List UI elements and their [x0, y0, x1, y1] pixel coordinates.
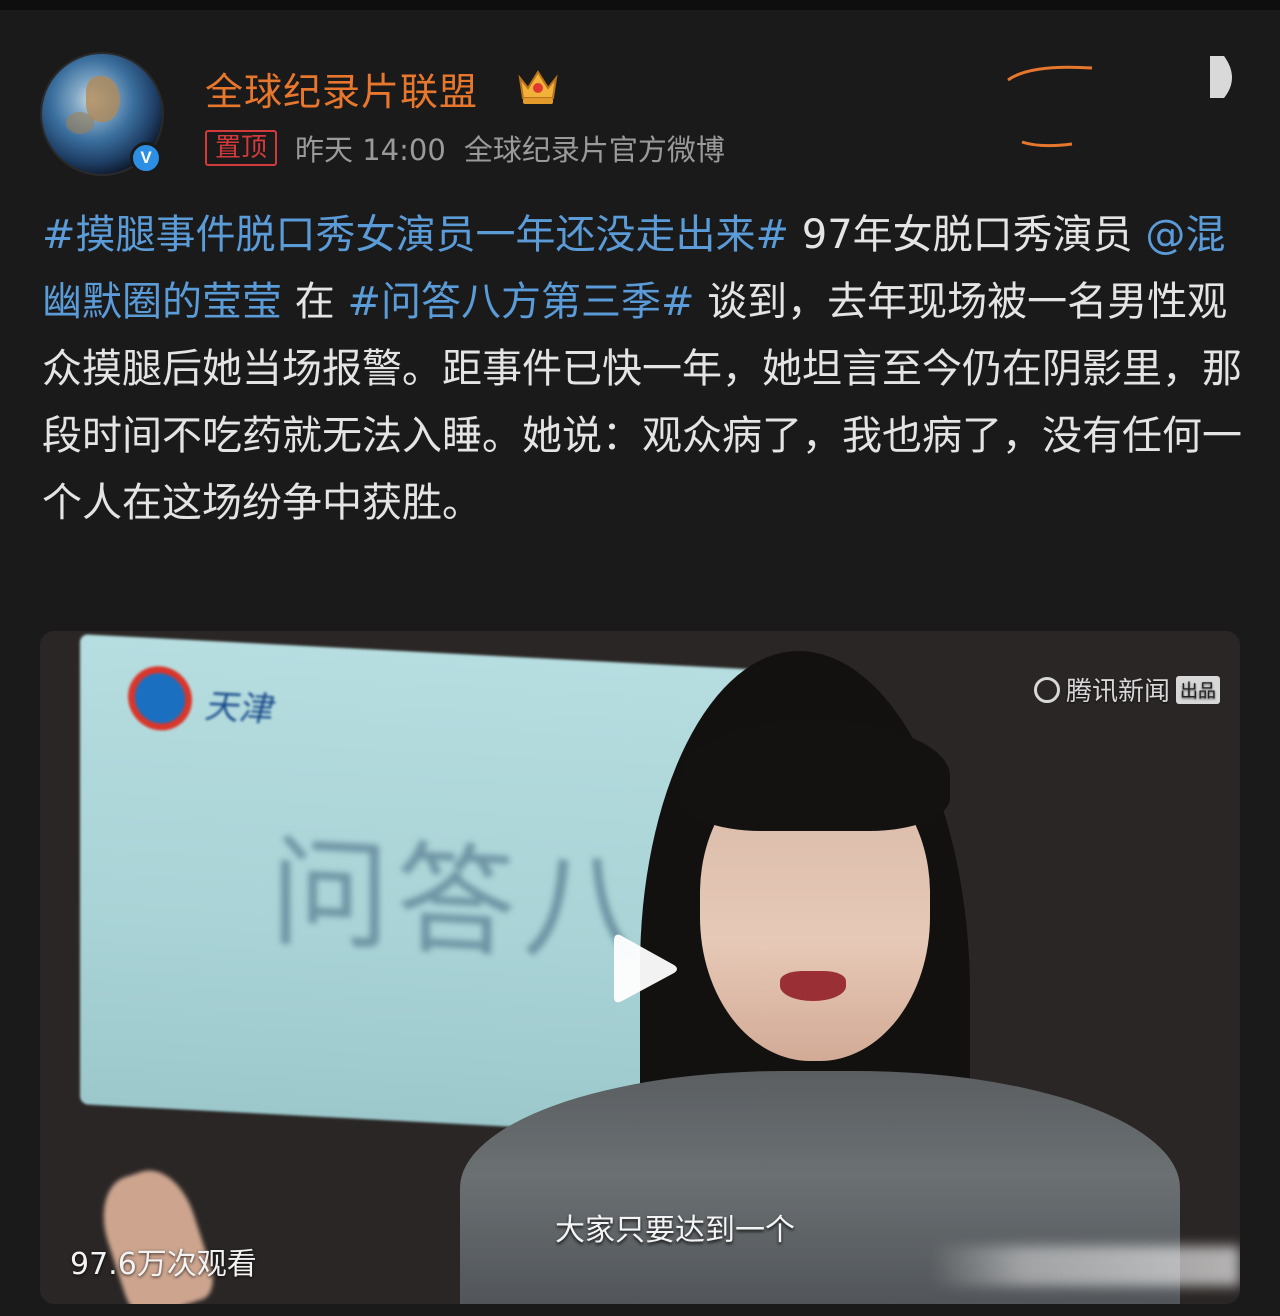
- tv-station-logo: [128, 664, 192, 733]
- hashtag-link[interactable]: #问答八方第三季#: [347, 279, 694, 325]
- post-meta: 置顶 昨天 14:00 全球纪录片官方微博: [205, 128, 725, 168]
- post-time: 昨天 14:00: [295, 133, 446, 167]
- watermark-tag: 出品: [1176, 675, 1220, 704]
- crown-icon: [518, 70, 558, 104]
- blurred-overlay: [930, 1246, 1240, 1286]
- hashtag-link[interactable]: #摸腿事件脱口秀女演员一年还没走出来#: [42, 212, 789, 258]
- post-source: 全球纪录片官方微博: [463, 133, 725, 167]
- avatar-land-shape: [86, 76, 120, 122]
- account-name[interactable]: 全球纪录片联盟: [205, 62, 478, 114]
- avatar-land-shape: [66, 112, 94, 134]
- tencent-news-icon: [1033, 676, 1060, 703]
- video-player[interactable]: 天津 问答八方 腾讯新闻 出品 大家只要达到一个 97.6万次观看: [40, 631, 1240, 1304]
- post-text: 97年女脱口秀演员: [789, 212, 1146, 258]
- view-count: 97.6万次观看: [70, 1247, 257, 1282]
- verified-icon: V: [130, 142, 162, 174]
- watermark-text: 腾讯新闻: [1065, 677, 1170, 707]
- post-body: #摸腿事件脱口秀女演员一年还没走出来# 97年女脱口秀演员 @混幽默圈的莹莹 在…: [42, 202, 1242, 537]
- follow-arc-icon[interactable]: [1000, 62, 1100, 152]
- pinned-badge: 置顶: [205, 130, 278, 166]
- post-text: 在: [282, 279, 348, 325]
- chevron-down-icon[interactable]: [1206, 52, 1246, 102]
- tv-station-name: 天津: [204, 686, 272, 731]
- play-icon[interactable]: [610, 929, 680, 1009]
- video-watermark: 腾讯新闻 出品: [1033, 671, 1220, 708]
- status-strip: [0, 0, 1280, 10]
- video-person-mouth: [780, 971, 846, 1001]
- video-person-hair: [680, 721, 950, 831]
